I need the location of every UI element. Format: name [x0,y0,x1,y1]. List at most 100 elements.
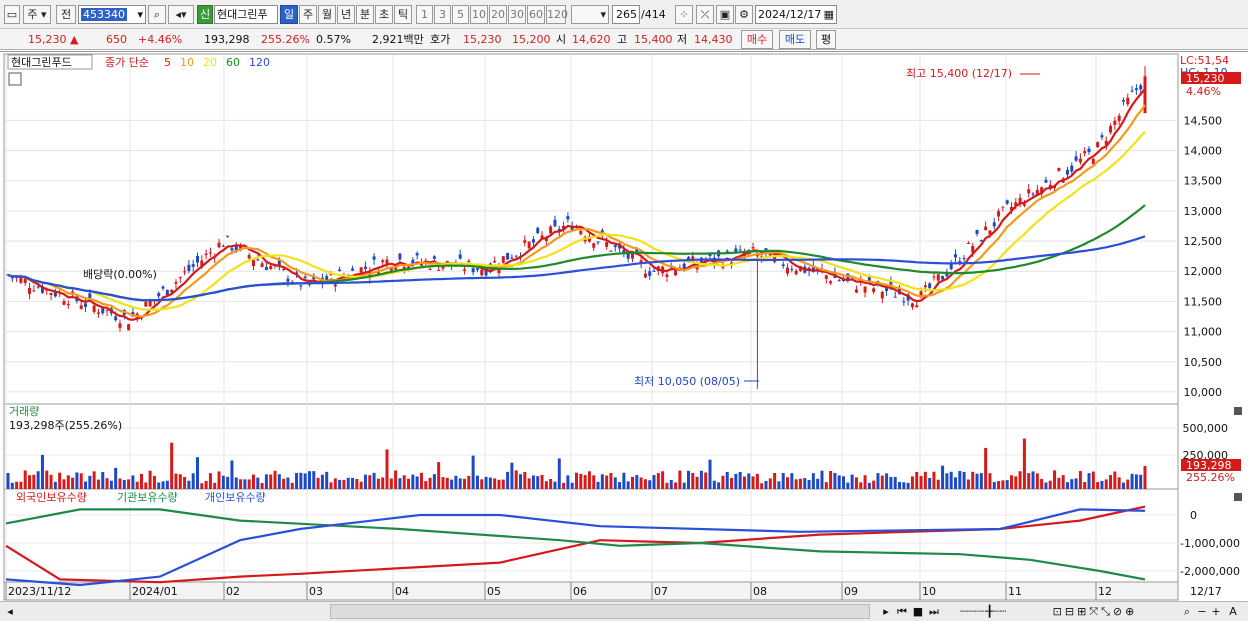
volume-bar [506,471,510,489]
volume-bar [708,459,712,489]
candle-body [928,283,932,288]
sell-button[interactable]: 매도 [779,30,811,49]
interval-button-3[interactable]: 3 [434,5,451,24]
volume-bar [66,475,70,489]
volume-bar [803,478,807,489]
candle-body [432,256,436,259]
font-size-icon[interactable]: A [1226,604,1240,619]
volume-bar [114,467,118,489]
period-tab-4[interactable]: 분 [356,5,374,24]
volume-bar [1022,438,1026,489]
volume-bar [333,478,337,489]
volume-bar [958,471,962,489]
period-tab-5[interactable]: 초 [375,5,393,24]
volume-bar [501,479,505,489]
volume-bar [717,482,721,489]
volume-bar [790,473,794,489]
interval-button-30[interactable]: 30 [508,5,526,24]
interval-button-60[interactable]: 60 [527,5,545,24]
scroll-thumb[interactable] [330,604,870,619]
dividend-annotation: 배당락(0.00%) [83,268,157,281]
volume-bar [536,476,540,489]
volume-bar [36,471,40,489]
candle-body [62,301,66,305]
candle-body [553,219,557,227]
forward-icon[interactable]: ⏭ [927,604,941,619]
zoom-in-icon[interactable]: + [1210,604,1222,619]
table-toggle-icon[interactable] [8,72,22,86]
volume-bar [140,473,144,489]
volume-bar [587,471,591,489]
volume-bar [557,458,561,489]
rewind-icon[interactable]: ⏮ [895,604,909,619]
speaker-icon[interactable]: ◂▾ [168,5,194,24]
interval-button-120[interactable]: 120 [546,5,568,24]
stock-name-field[interactable]: 현대그린푸 [214,5,278,24]
candle-body [794,270,798,275]
candle-body [605,242,609,247]
scroll-left-icon[interactable]: ◂ [4,604,16,619]
chart-svg[interactable]: 14,500 14,000 13,500 13,000 12,500 12,000 11,5… [0,52,1248,602]
period-tab-3[interactable]: 년 [337,5,355,24]
volume-bar [824,482,828,489]
candle-body [1074,156,1078,161]
volume-bar [342,479,346,489]
holding-close-icon[interactable] [1234,493,1242,501]
search-icon[interactable]: ⌕ [148,5,166,24]
eval-button[interactable]: 평 [816,30,836,49]
candle-body [1087,148,1091,153]
drawing-tools-icon[interactable]: ⊡⊟⊞⤧⤡⊘⊕ [1025,604,1165,619]
crosshair-icon[interactable]: ⤫ [696,5,714,24]
date-input[interactable]: 2024/12/17 ▦ [755,5,837,24]
holding-title-institution: 기관보유수량 [117,491,178,504]
prev-button[interactable]: 전 [56,5,76,24]
period-tab-0[interactable]: 일 [280,5,298,24]
interval-select[interactable]: ▾ [571,5,609,24]
chart-area[interactable]: 14,500 14,000 13,500 13,000 12,500 12,000 11,5… [0,51,1248,601]
volume-bar [622,472,626,489]
interval-button-10[interactable]: 10 [470,5,488,24]
interval-button-5[interactable]: 5 [452,5,469,24]
gear-icon[interactable]: ⚙ [735,5,753,24]
zoom-search-icon[interactable]: ⌕ [1180,604,1194,619]
scroll-bar[interactable]: ◂ ▸ ⏮ ■ ⏭ ┈┈┈┈╂┈┈ ⊡⊟⊞⤧⤡⊘⊕ ⌕ − + A [0,601,1248,621]
volume-bar [1048,480,1052,489]
dots-icon[interactable]: ⁘ [675,5,693,24]
buy-button[interactable]: 매수 [741,30,773,49]
volume-bar [385,449,389,489]
volume-bar [781,473,785,489]
type-select[interactable]: 주 ▾ [23,5,51,24]
interval-button-1[interactable]: 1 [416,5,433,24]
code-input[interactable]: 453340 ▾ [78,5,146,24]
candle-body [648,271,652,276]
window-menu-icon[interactable]: ▭ [4,5,20,24]
volume-bar [605,475,609,489]
period-tab-6[interactable]: 틱 [394,5,412,24]
volume-bar [351,477,355,489]
candle-body [510,257,514,259]
volume-bar [53,481,57,489]
candle-body [144,301,148,307]
period-tab-2[interactable]: 월 [318,5,336,24]
zoom-slider[interactable]: ┈┈┈┈╂┈┈ [948,604,1018,619]
stop-icon[interactable]: ■ [911,604,925,619]
save-icon[interactable]: ▣ [716,5,734,24]
interval-button-20[interactable]: 20 [489,5,507,24]
volume-bar [712,480,716,489]
volume-bar [105,478,109,489]
play-icon[interactable]: ▸ [880,604,892,619]
candle-body [1139,85,1143,90]
volume-bar [997,481,1001,489]
count-input[interactable]: 265 [612,5,640,24]
volume-close-icon[interactable] [1234,407,1242,415]
zoom-out-icon[interactable]: − [1196,604,1208,619]
volume-bar [523,471,527,489]
period-tab-1[interactable]: 주 [299,5,317,24]
volume-bar [872,480,876,489]
volume-bar [570,482,574,489]
ma-legend-5: 5 [164,56,171,69]
volume-bar [312,471,316,489]
candle-body [303,276,307,279]
volume-bar [15,481,19,489]
volume-bar [338,479,342,489]
